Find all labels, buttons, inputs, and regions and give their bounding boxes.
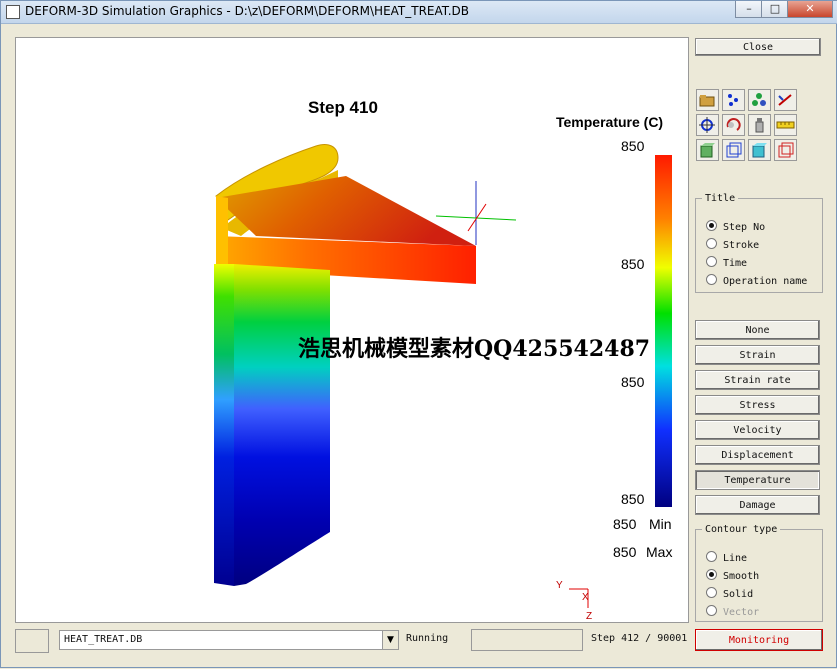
title-bar: DEFORM-3D Simulation Graphics - D:\z\DEF… (1, 1, 837, 24)
var-button-displacement[interactable]: Displacement (695, 445, 820, 465)
scale-label-bottom: 850 (621, 491, 645, 507)
minimize-button[interactable]: – (735, 1, 763, 18)
var-button-strain-rate[interactable]: Strain rate (695, 370, 820, 390)
axis-indicator-x: X (582, 592, 589, 603)
var-button-damage[interactable]: Damage (695, 495, 820, 515)
var-button-stress[interactable]: Stress (695, 395, 820, 415)
close-panel-button[interactable]: Close (695, 38, 821, 56)
radio-solid[interactable]: Solid (706, 587, 753, 601)
radio-label: Smooth (723, 571, 760, 582)
scale-label-upper: 850 (621, 256, 645, 272)
title-group: Title Step No Stroke Time Operation name (695, 193, 823, 293)
max-label: Max (646, 544, 672, 560)
axis-indicator-y: Y (556, 580, 563, 591)
run-state: Running (406, 633, 449, 644)
viewport-canvas: Step 410 Temperature (C) 850 850 850 850 (214, 98, 672, 622)
step-label: Step 410 (308, 98, 378, 117)
app-icon (6, 5, 20, 19)
radio-label: Step No (723, 222, 766, 233)
radio-label: Operation name (723, 276, 808, 287)
radio-dot (706, 238, 717, 249)
color-scale-bar (655, 155, 672, 507)
solid-cube-icon[interactable] (696, 139, 719, 161)
radio-label: Stroke (723, 240, 760, 251)
var-button-velocity[interactable]: Velocity (695, 420, 820, 440)
db-file-select[interactable]: HEAT_TREAT.DB ▼ (59, 630, 399, 650)
shaded-cube-icon[interactable] (748, 139, 771, 161)
radio-dot (706, 274, 717, 285)
radio-vector: Vector (706, 605, 759, 619)
status-bar: HEAT_TREAT.DB ▼ Running Step 412 / 90001… (1, 625, 837, 669)
radio-dot (706, 220, 717, 231)
radio-smooth[interactable]: Smooth (706, 569, 759, 583)
var-button-none[interactable]: None (695, 320, 820, 340)
part-flange-edge (216, 196, 228, 270)
scale-label-top: 850 (621, 138, 645, 154)
radio-stroke[interactable]: Stroke (706, 238, 759, 252)
open-folder-icon[interactable] (696, 89, 719, 111)
radio-dot (706, 605, 717, 616)
min-value: 850 (613, 516, 637, 532)
window-close-button[interactable]: ✕ (787, 1, 833, 18)
legend-title: Temperature (C) (556, 114, 663, 130)
wire-cube-icon[interactable] (722, 139, 745, 161)
radio-label: Solid (723, 589, 754, 600)
watermark-text: 浩思机械模型素材QQ425542487 (298, 336, 650, 362)
part-wall-side (214, 264, 234, 586)
max-value: 850 (613, 544, 637, 560)
radio-time[interactable]: Time (706, 256, 747, 270)
step-info: Step 412 / 90001 (591, 633, 688, 644)
control-panel: Close Title Step No Stroke Time Operatio… (691, 33, 831, 622)
contour-group-legend: Contour type (705, 524, 778, 535)
red-cube-icon[interactable] (774, 139, 797, 161)
radio-label: Vector (723, 607, 760, 618)
radio-dot (706, 569, 717, 580)
axis-indicator-z: Z (586, 611, 592, 622)
var-button-strain[interactable]: Strain (695, 345, 820, 365)
radio-line[interactable]: Line (706, 551, 747, 565)
status-field (471, 629, 583, 651)
molecule-icon[interactable] (748, 89, 771, 111)
scale-label-lower: 850 (621, 374, 645, 390)
radio-label: Time (723, 258, 748, 269)
radio-dot (706, 587, 717, 598)
contour-type-group: Contour type Line Smooth Solid Vector (695, 524, 823, 622)
var-button-temperature[interactable]: Temperature (695, 470, 820, 490)
radio-dot (706, 551, 717, 562)
center-move-icon[interactable] (696, 114, 719, 136)
radio-operation-name[interactable]: Operation name (706, 274, 807, 288)
graphics-viewport[interactable]: Step 410 Temperature (C) 850 850 850 850 (15, 37, 689, 623)
maximize-button[interactable]: □ (761, 1, 789, 18)
application-window: DEFORM-3D Simulation Graphics - D:\z\DEF… (0, 0, 837, 668)
radio-label: Line (723, 553, 748, 564)
window-title: DEFORM-3D Simulation Graphics - D:\z\DEF… (25, 4, 469, 18)
rotate-icon[interactable] (722, 114, 745, 136)
status-indicator (15, 629, 49, 653)
spray-icon[interactable] (748, 114, 771, 136)
monitoring-button[interactable]: Monitoring (695, 629, 823, 651)
min-label: Min (649, 516, 672, 532)
chevron-down-icon[interactable]: ▼ (382, 631, 398, 649)
measure-icon[interactable] (774, 89, 797, 111)
radio-dot (706, 256, 717, 267)
title-group-legend: Title (705, 193, 736, 204)
particles-icon[interactable] (722, 89, 745, 111)
db-file-value: HEAT_TREAT.DB (64, 634, 143, 645)
part-wall-face (234, 264, 330, 586)
radio-step-no[interactable]: Step No (706, 220, 765, 234)
ruler-icon[interactable] (774, 114, 797, 136)
